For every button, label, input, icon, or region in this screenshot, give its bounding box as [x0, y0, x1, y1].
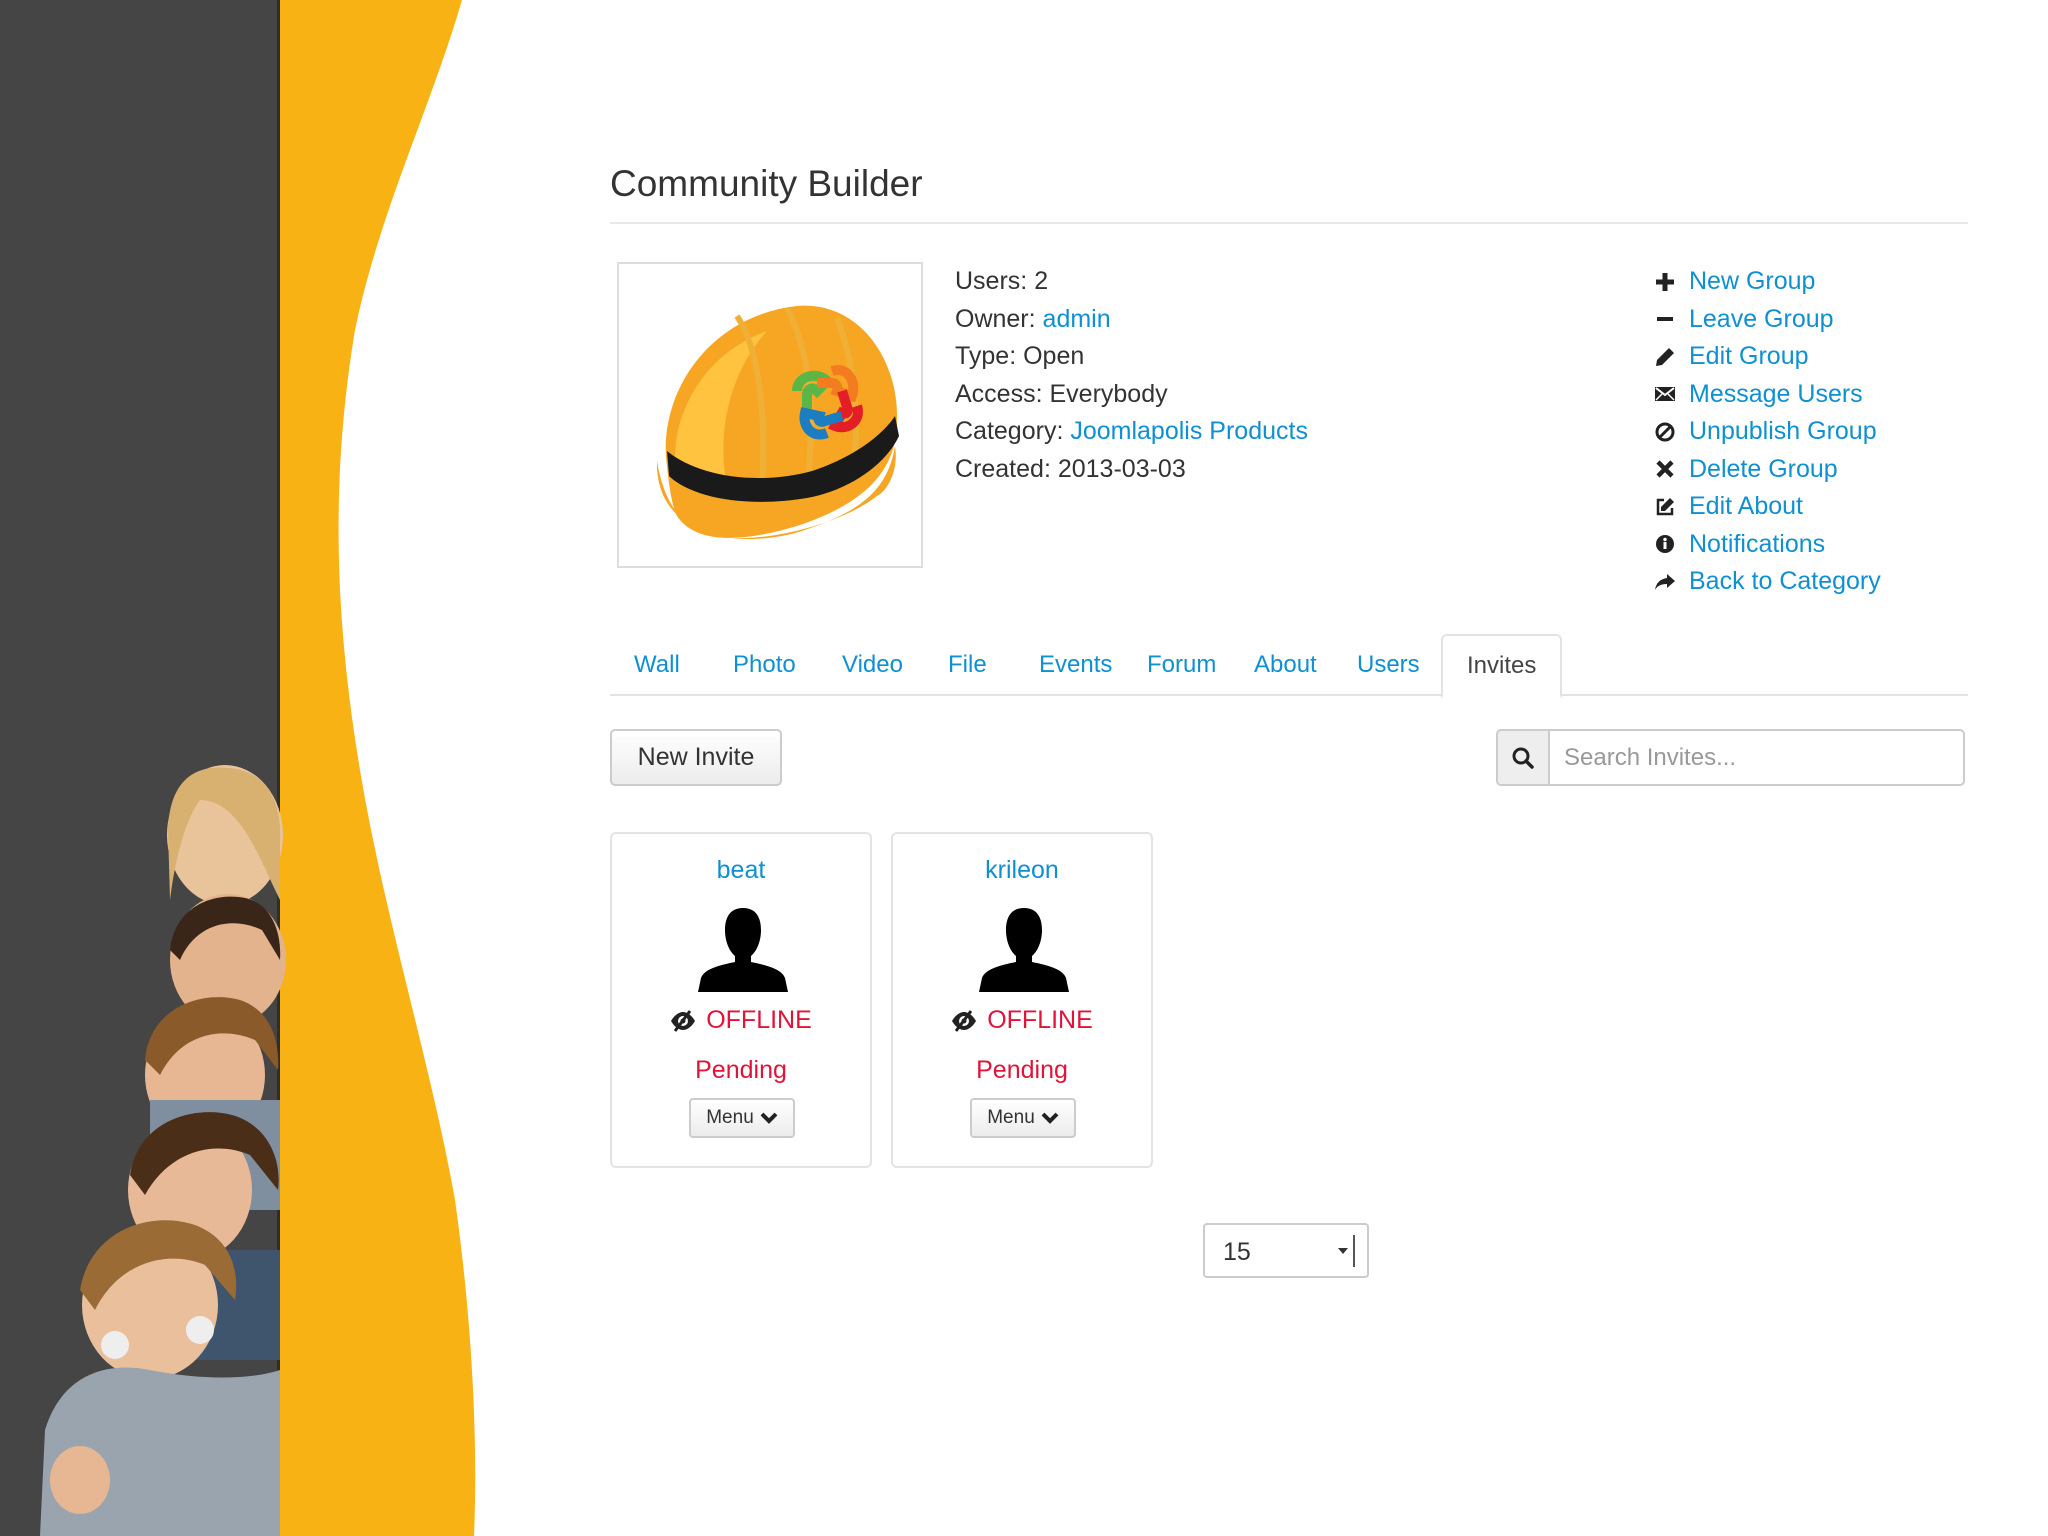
group-type: Open [1023, 342, 1085, 370]
eye-slash-icon [951, 1009, 977, 1032]
times-icon [1654, 458, 1676, 480]
pencil-icon [1654, 346, 1676, 368]
group-access: Everybody [1049, 379, 1168, 408]
invite-username[interactable]: beat [612, 856, 870, 885]
owner-link[interactable]: admin [1043, 305, 1111, 333]
invites-search [1496, 729, 1965, 786]
notifications-link[interactable]: Notifications [1654, 526, 1881, 564]
dropdown-arrow-icon [1333, 1235, 1355, 1267]
search-icon[interactable] [1496, 729, 1548, 786]
tab-wall[interactable]: Wall [610, 634, 704, 696]
category-row: Category: Joomlapolis Products [955, 417, 1308, 445]
share-icon [1654, 571, 1676, 593]
invite-menu-button[interactable]: Menu [970, 1098, 1076, 1138]
envelope-icon [1654, 383, 1676, 405]
invite-state: Pending [976, 1056, 1068, 1084]
main-content: Community Builder Users: 2 Owner: admin [610, 0, 1970, 1536]
leave-group-link[interactable]: Leave Group [1654, 301, 1881, 339]
group-info: Users: 2 Owner: admin Type: Open Access:… [955, 263, 1308, 488]
eye-slash-icon [670, 1009, 696, 1032]
chevron-down-icon [760, 1112, 778, 1124]
page-size-value: 15 [1223, 1238, 1251, 1266]
invite-username[interactable]: krileon [893, 856, 1151, 885]
invite-state: Pending [695, 1056, 787, 1084]
page-size-select[interactable]: 15 [1203, 1223, 1369, 1278]
tab-users[interactable]: Users [1333, 634, 1444, 696]
minus-icon [1654, 308, 1676, 330]
title-divider [610, 222, 1968, 224]
edit-icon [1654, 496, 1676, 518]
tab-photo[interactable]: Photo [709, 634, 820, 696]
user-silhouette-icon [979, 908, 1069, 992]
unpublish-group-link[interactable]: Unpublish Group [1654, 413, 1881, 451]
group-actions: New Group Leave Group Edit Group Message… [1654, 263, 1881, 601]
delete-group-link[interactable]: Delete Group [1654, 451, 1881, 489]
tab-about[interactable]: About [1230, 634, 1341, 696]
online-status: OFFLINE [893, 1006, 1151, 1035]
page-title: Community Builder [610, 163, 923, 204]
access-row: Access: Everybody [955, 379, 1168, 408]
ban-icon [1654, 421, 1676, 443]
users-count: 2 [1034, 267, 1049, 295]
plus-icon [1654, 271, 1676, 293]
tab-video[interactable]: Video [818, 634, 927, 696]
user-silhouette-icon [698, 908, 788, 992]
edit-about-link[interactable]: Edit About [1654, 488, 1881, 526]
invite-menu-button[interactable]: Menu [689, 1098, 795, 1138]
message-users-link[interactable]: Message Users [1654, 376, 1881, 414]
category-link[interactable]: Joomlapolis Products [1070, 417, 1308, 445]
owner-row: Owner: admin [955, 304, 1111, 333]
tab-file[interactable]: File [924, 634, 1011, 696]
online-status: OFFLINE [612, 1006, 870, 1035]
type-row: Type: Open [955, 342, 1085, 370]
group-avatar[interactable] [617, 262, 923, 568]
new-group-link[interactable]: New Group [1654, 263, 1881, 301]
chevron-down-icon [1041, 1112, 1059, 1124]
created-row: Created: 2013-03-03 [955, 454, 1186, 483]
back-to-category-link[interactable]: Back to Category [1654, 563, 1881, 601]
invite-card-beat: beat OFFLINE Pending Menu [610, 832, 872, 1168]
edit-group-link[interactable]: Edit Group [1654, 338, 1881, 376]
left-decorative-panel [0, 0, 480, 1536]
tab-events[interactable]: Events [1015, 634, 1136, 696]
hard-hat-logo-icon [656, 305, 899, 540]
group-tabs: Wall Photo Video File Events Forum About… [610, 634, 1968, 698]
invite-card-krileon: krileon OFFLINE Pending Menu [891, 832, 1153, 1168]
new-invite-button[interactable]: New Invite [610, 729, 782, 786]
users-count-row: Users: 2 [955, 267, 1049, 295]
search-invites-input[interactable] [1548, 729, 1965, 786]
tab-forum[interactable]: Forum [1123, 634, 1240, 696]
created-date: 2013-03-03 [1057, 454, 1186, 483]
tab-invites[interactable]: Invites [1441, 634, 1563, 698]
info-icon [1654, 533, 1676, 555]
